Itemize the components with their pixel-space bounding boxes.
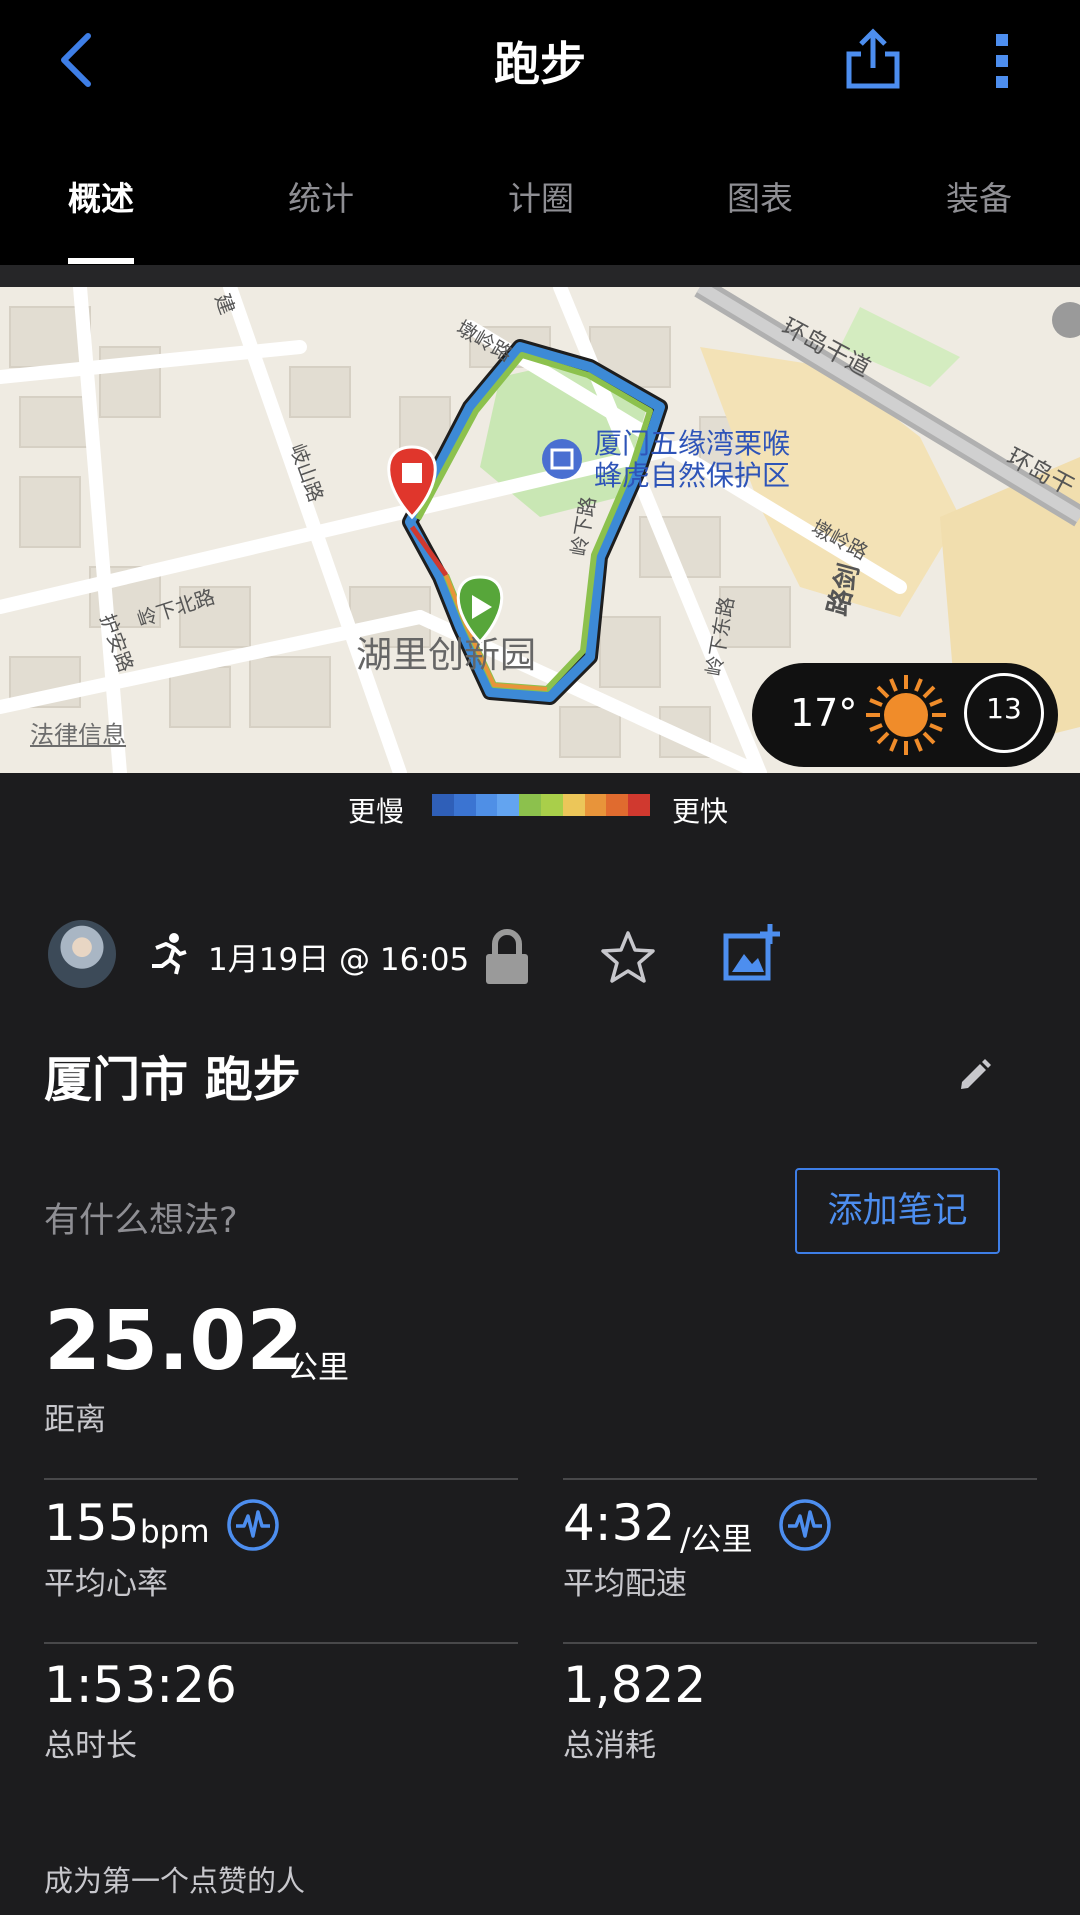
avg-hr-unit: bpm: [140, 1514, 210, 1550]
duration-label: 总时长: [44, 1728, 137, 1764]
calories-label: 总消耗: [563, 1728, 656, 1764]
poi-label: 蜂虎自然保护区: [594, 459, 790, 492]
avg-hr-label: 平均心率: [44, 1566, 168, 1602]
pace-color-swatch: [519, 794, 541, 816]
divider: [0, 265, 1080, 287]
pace-color-swatch: [562, 794, 585, 816]
lock-icon[interactable]: [484, 928, 530, 986]
heart-rate-zone-icon[interactable]: [226, 1498, 280, 1552]
pace-color-scale: [432, 794, 650, 816]
legend-faster-label: 更快: [672, 795, 729, 828]
pace-color-swatch: [497, 794, 520, 816]
add-note-button[interactable]: 添加笔记: [795, 1168, 1000, 1254]
pace-color-swatch: [540, 794, 563, 816]
area-label: 湖里创新园: [356, 635, 536, 676]
weather-badge: 17° 13: [752, 663, 1058, 767]
avg-pace-unit: /公里: [680, 1522, 753, 1558]
activity-meta-row: 1月19日 @ 16:05: [0, 920, 1080, 990]
pace-color-swatch: [453, 794, 476, 816]
pace-color-swatch: [628, 794, 650, 816]
pace-color-swatch: [432, 794, 454, 816]
divider: [563, 1642, 1037, 1644]
poi-icon: [542, 439, 582, 479]
avatar[interactable]: [48, 920, 116, 988]
avg-hr-value: 155: [44, 1494, 140, 1552]
wind-icon: 13: [964, 673, 1044, 753]
star-icon[interactable]: [600, 930, 656, 984]
pace-color-swatch: [584, 794, 607, 816]
pace-legend: 更慢 更快: [0, 790, 1080, 840]
legal-info-link[interactable]: 法律信息: [30, 715, 126, 750]
running-icon: [152, 933, 187, 975]
avg-pace-label: 平均配速: [563, 1566, 687, 1602]
tab-stats[interactable]: 统计: [288, 172, 354, 220]
more-vertical-icon[interactable]: [992, 32, 1012, 90]
divider: [44, 1642, 518, 1644]
temperature: 17°: [790, 691, 858, 735]
avg-pace-value: 4:32: [563, 1494, 676, 1552]
add-photo-icon[interactable]: [722, 922, 782, 982]
activity-datetime: 1月19日 @ 16:05: [208, 942, 470, 978]
duration-value: 1:53:26: [44, 1656, 237, 1714]
distance-label: 距离: [44, 1402, 106, 1438]
poi-label: 厦门五缘湾栗喉: [594, 427, 790, 460]
pace-zone-icon[interactable]: [778, 1498, 832, 1552]
route-map[interactable]: 墩岭路 环岛干道 环岛干 岐山路 岭下北路 岭下路 岭下东路 墩岭路 护安路 建…: [0, 287, 1080, 773]
divider: [44, 1478, 518, 1480]
note-prompt: 有什么想法?: [44, 1201, 238, 1241]
tab-bar: 概述 统计 计圈 图表 装备: [0, 160, 1080, 265]
tab-overview[interactable]: 概述: [68, 172, 134, 220]
distance-unit: 公里: [287, 1350, 349, 1386]
distance-value: 25.02: [44, 1294, 304, 1389]
pencil-icon[interactable]: [958, 1058, 992, 1092]
pace-color-swatch: [475, 794, 498, 816]
page-title: 跑步: [494, 37, 586, 91]
tab-gear[interactable]: 装备: [946, 172, 1012, 220]
divider: [563, 1478, 1037, 1480]
tab-charts[interactable]: 图表: [727, 172, 793, 220]
legend-slower-label: 更慢: [348, 795, 405, 828]
wind-speed: 13: [986, 692, 1022, 725]
top-bar: 跑步 概述 统计 计圈 图表 装备: [0, 0, 1080, 265]
sun-icon: [866, 675, 946, 755]
active-tab-indicator: [68, 258, 134, 264]
pace-color-swatch: [606, 794, 629, 816]
share-icon[interactable]: [845, 28, 901, 90]
tab-laps[interactable]: 计圈: [508, 172, 574, 220]
calories-value: 1,822: [563, 1656, 707, 1714]
activity-name: 厦门市 跑步: [44, 1052, 301, 1108]
kudos-prompt[interactable]: 成为第一个点赞的人: [44, 1858, 305, 1900]
